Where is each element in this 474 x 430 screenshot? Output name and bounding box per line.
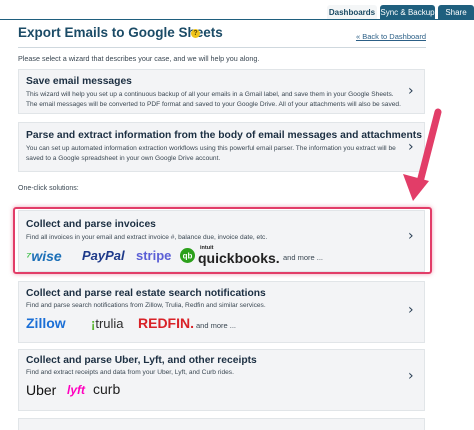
chevron-right-icon: › (408, 368, 414, 384)
solution-card-real-estate[interactable]: Collect and parse real estate search not… (18, 281, 425, 343)
chevron-right-icon: › (408, 302, 414, 318)
curb-logo: curb (93, 381, 121, 397)
intro-text: Please select a wizard that describes yo… (18, 54, 260, 63)
header-divider (18, 47, 426, 48)
chevron-right-icon: › (408, 139, 414, 155)
tab-bar-divider (0, 19, 474, 20)
zillow-logo: Zillow (26, 315, 66, 331)
tab-sync-backup[interactable]: Sync & Backup (380, 5, 435, 20)
card-description: Find and parse search notifications from… (26, 302, 266, 309)
redfin-logo: REDFIN. (138, 315, 194, 331)
wizard-card-save-email[interactable]: Save email messages This wizard will hel… (18, 69, 425, 114)
more-link[interactable]: and more ... (196, 321, 236, 330)
card-title: Save email messages (26, 76, 132, 87)
wizard-card-parse-extract[interactable]: Parse and extract information from the b… (18, 122, 425, 172)
trulia-logo: ¡trulia (91, 316, 124, 331)
solution-card-rides[interactable]: Collect and parse Uber, Lyft, and other … (18, 349, 425, 411)
card-description: You can set up automated information ext… (26, 145, 396, 162)
card-title: Parse and extract information from the b… (26, 130, 422, 141)
card-description: Find and extract receipts and data from … (26, 369, 234, 376)
top-tab-bar: Dashboards Sync & Backup Share (0, 0, 474, 20)
tab-share[interactable]: Share (438, 5, 474, 20)
invoice-highlight-box (13, 207, 432, 274)
tab-dashboards[interactable]: Dashboards (327, 5, 377, 20)
chevron-right-icon: › (408, 83, 414, 99)
solution-card-partial[interactable] (18, 418, 425, 430)
back-to-dashboard-link[interactable]: « Back to Dashboard (356, 32, 426, 41)
one-click-label: One-click solutions: (18, 185, 79, 192)
uber-logo: Uber (26, 382, 57, 398)
help-icon[interactable]: ? (191, 29, 200, 38)
lyft-logo: lyft (67, 383, 85, 397)
card-title: Collect and parse real estate search not… (26, 288, 266, 299)
card-title: Collect and parse Uber, Lyft, and other … (26, 355, 257, 366)
card-description: This wizard will help you set up a conti… (26, 91, 401, 108)
